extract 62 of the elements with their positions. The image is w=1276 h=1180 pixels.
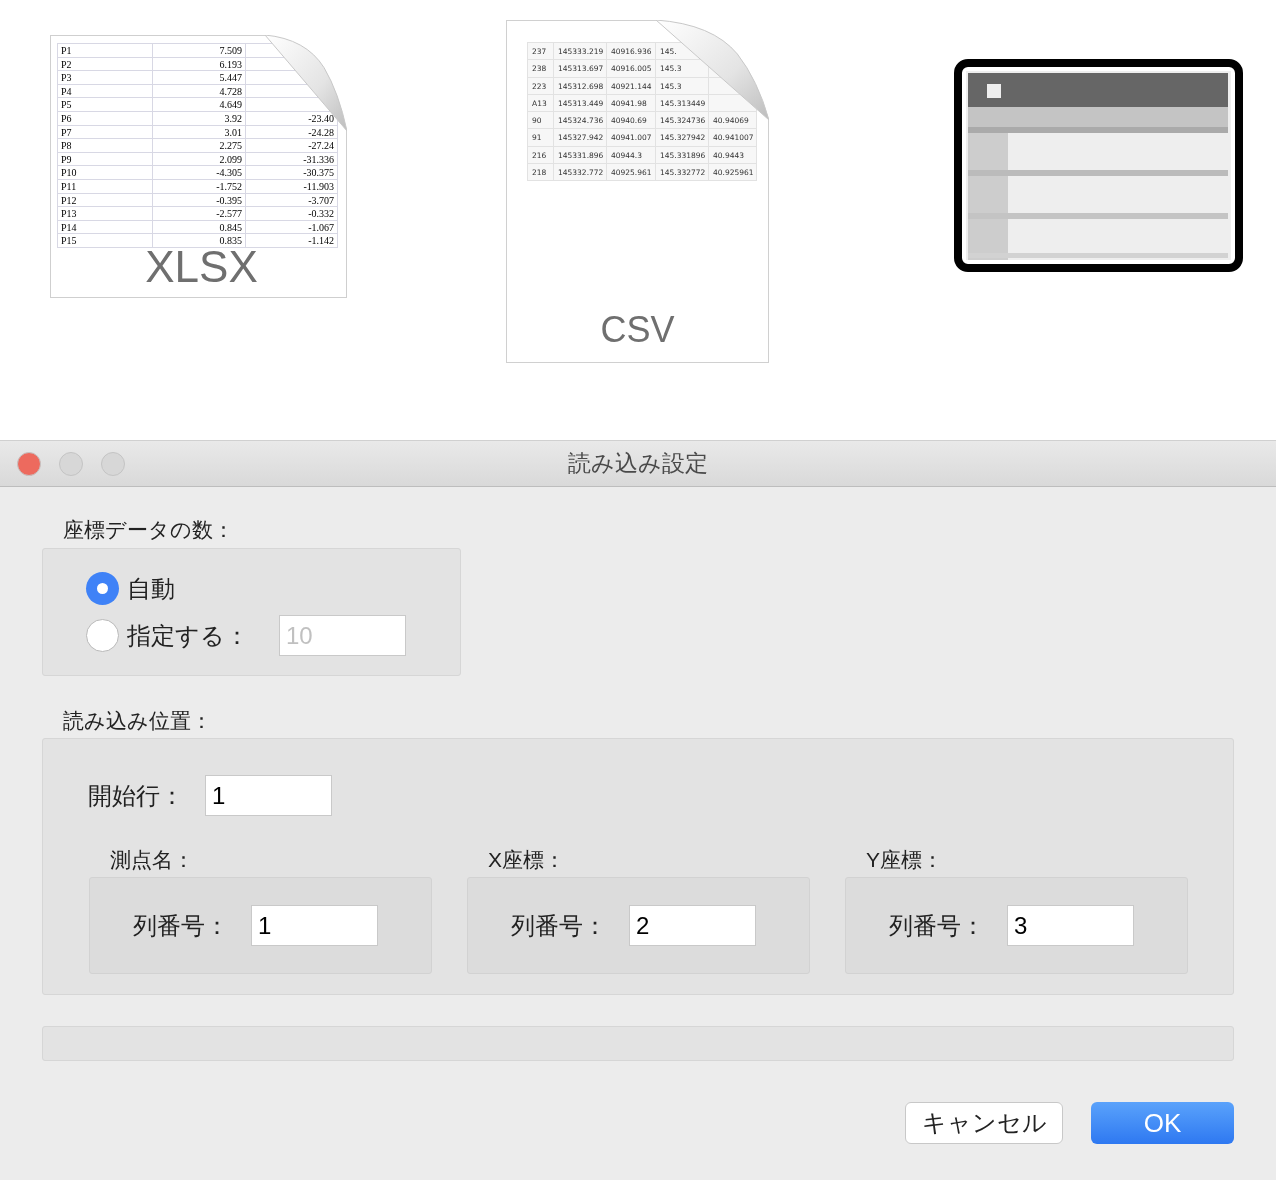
table-cell: 4.649: [153, 98, 246, 112]
table-cell: P11: [58, 179, 153, 194]
table-cell: P13: [58, 207, 153, 221]
field-label: 列番号：: [889, 910, 986, 941]
table-cell: -30.375: [246, 166, 338, 180]
table-cell: 2.099: [153, 152, 246, 167]
table-cell: -27.24: [246, 139, 338, 153]
table-window-icon: [954, 59, 1243, 272]
table-cell: P4: [58, 84, 153, 99]
table-cell: P3: [58, 71, 153, 85]
table-cell: 7.509: [153, 44, 246, 58]
table-cell: -1.067: [246, 220, 338, 235]
group-label: X座標：: [488, 847, 566, 873]
field-label: 列番号：: [511, 910, 608, 941]
table-cell: P12: [58, 193, 153, 208]
table-cell: 0.835: [153, 234, 246, 248]
input-field[interactable]: 1: [251, 905, 378, 946]
field-label: 列番号：: [133, 910, 230, 941]
cancel-button[interactable]: キャンセル: [905, 1102, 1063, 1144]
input-field[interactable]: 1: [205, 775, 332, 816]
table-cell: -0.332: [246, 207, 338, 221]
table-cell: P8: [58, 139, 153, 153]
table-cell: 0.845: [153, 220, 246, 235]
table-cell: P15: [58, 234, 153, 248]
table-cell: P7: [58, 125, 153, 140]
window-title: 読み込み設定: [568, 449, 708, 479]
input-field[interactable]: 3: [1007, 905, 1134, 946]
radio-label: 指定する：: [127, 620, 250, 651]
group-label: Y座標：: [866, 847, 944, 873]
table-cell: 4.728: [153, 84, 246, 99]
table-cell: -11.903: [246, 179, 338, 194]
table-cell: -0.395: [153, 193, 246, 208]
table-cell: -3.707: [246, 193, 338, 208]
table-cell: P14: [58, 220, 153, 235]
group-label: 測点名：: [110, 847, 195, 873]
table-cell: P10: [58, 166, 153, 180]
table-cell: -31.336: [246, 152, 338, 167]
table-cell: 3.92: [153, 111, 246, 126]
table-cell: 2.275: [153, 139, 246, 153]
window-control-icon[interactable]: [59, 452, 83, 476]
file-type-label: CSV: [600, 312, 675, 348]
table-cell: 5.447: [153, 71, 246, 85]
table-cell: P5: [58, 98, 153, 112]
radio-button[interactable]: [86, 572, 119, 605]
table-cell: P1: [58, 44, 153, 58]
table-cell: -1.752: [153, 179, 246, 194]
table-cell: -4.305: [153, 166, 246, 180]
table-cell: 6.193: [153, 57, 246, 72]
section-label: 読み込み位置：: [63, 708, 213, 734]
table-cell: P2: [58, 57, 153, 72]
table-cell: -2.577: [153, 207, 246, 221]
section-label: 座標データの数：: [63, 517, 235, 543]
window-control-icon[interactable]: [17, 452, 41, 476]
input-field[interactable]: 2: [629, 905, 756, 946]
table-cell: P6: [58, 111, 153, 126]
field-label: 開始行：: [88, 780, 185, 811]
table-cell: 3.01: [153, 125, 246, 140]
table-cell: P9: [58, 152, 153, 167]
radio-button[interactable]: [86, 619, 119, 652]
table-cell: -1.142: [246, 234, 338, 248]
window-control-icon[interactable]: [101, 452, 125, 476]
radio-label: 自動: [127, 573, 176, 604]
